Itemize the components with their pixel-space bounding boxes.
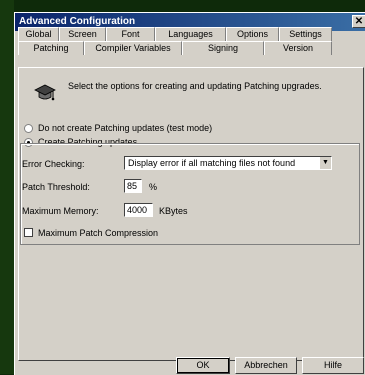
tab-settings[interactable]: Settings (279, 27, 332, 41)
ok-button[interactable]: OK (176, 357, 230, 374)
tab-screen[interactable]: Screen (59, 27, 106, 41)
tab-options[interactable]: Options (226, 27, 279, 41)
tab-version[interactable]: Version (264, 41, 332, 55)
cancel-button[interactable]: Abbrechen (235, 357, 297, 374)
error-checking-value: Display error if all matching files not … (128, 158, 296, 168)
option-no-create-label: Do not create Patching updates (test mod… (38, 123, 213, 133)
desktop-background (0, 0, 14, 374)
tab-row-top: Global Screen Font Languages Options Set… (18, 27, 332, 41)
error-checking-select[interactable]: Display error if all matching files not … (124, 156, 332, 170)
tab-signing[interactable]: Signing (182, 41, 264, 55)
max-compression-label: Maximum Patch Compression (38, 228, 159, 238)
tab-languages[interactable]: Languages (155, 27, 226, 41)
max-memory-label: Maximum Memory: (22, 206, 99, 216)
option-no-create[interactable]: Do not create Patching updates (test mod… (24, 123, 212, 133)
window-title: Advanced Configuration (19, 16, 136, 27)
tab-global[interactable]: Global (18, 27, 59, 41)
patch-threshold-input[interactable]: 85 (124, 179, 142, 193)
max-memory-unit: KBytes (159, 206, 188, 216)
graduation-cap-icon (34, 84, 56, 101)
tab-patching[interactable]: Patching (18, 41, 84, 55)
patch-threshold-unit: % (149, 182, 158, 192)
error-checking-label: Error Checking: (22, 159, 85, 169)
tab-compiler-variables[interactable]: Compiler Variables (84, 41, 182, 55)
close-button[interactable]: ✕ (352, 15, 365, 28)
max-compression-checkbox[interactable] (24, 228, 33, 237)
patch-threshold-label: Patch Threshold: (22, 182, 90, 192)
radio-no-create[interactable] (24, 123, 33, 133)
intro-text: Select the options for creating and upda… (68, 81, 322, 91)
help-button[interactable]: Hilfe (302, 357, 364, 374)
chevron-down-icon[interactable]: ▼ (319, 157, 331, 169)
tab-row-bottom: Patching Compiler Variables Signing Vers… (18, 41, 332, 55)
max-memory-input[interactable]: 4000 (124, 203, 153, 217)
tab-font[interactable]: Font (106, 27, 155, 41)
